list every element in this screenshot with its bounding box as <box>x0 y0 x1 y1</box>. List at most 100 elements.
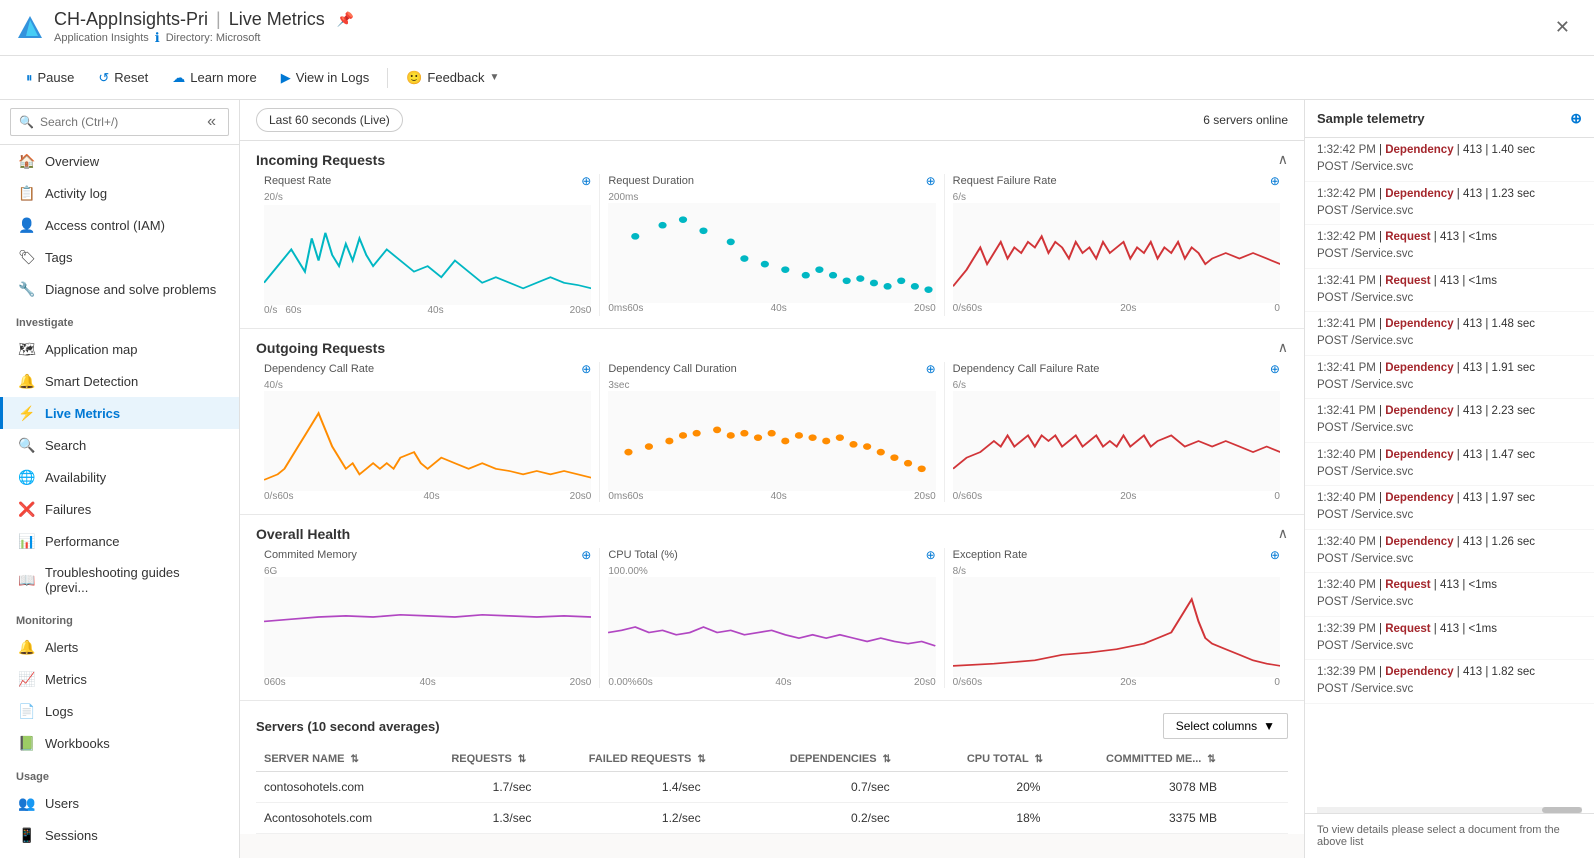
list-item[interactable]: 1:32:40 PM | Request | 413 | <1msPOST /S… <box>1305 573 1594 617</box>
sort-icon-failed[interactable]: ⇅ <box>697 754 705 765</box>
sort-icon-server[interactable]: ⇅ <box>351 754 359 765</box>
exception-rate-filter-icon[interactable]: ⊕ <box>1270 548 1280 562</box>
dep-call-rate-filter-icon[interactable]: ⊕ <box>581 362 591 376</box>
sidebar-item-diagnose[interactable]: 🔧Diagnose and solve problems <box>0 273 239 305</box>
server-name-cell: Acontosohotels.com <box>256 803 443 834</box>
overall-health-header[interactable]: Overall Health ∧ <box>256 515 1288 548</box>
telemetry-endpoint: POST /Service.svc <box>1317 161 1413 173</box>
sort-icon-cpu[interactable]: ⇅ <box>1035 754 1043 765</box>
telemetry-type: Dependency <box>1385 492 1453 504</box>
cpu-total-filter-icon[interactable]: ⊕ <box>926 548 936 562</box>
outgoing-requests-header[interactable]: Outgoing Requests ∧ <box>256 329 1288 362</box>
feedback-button[interactable]: 🙂 Feedback ▼ <box>396 65 509 91</box>
search-input[interactable] <box>40 115 197 129</box>
failures-icon: ❌ <box>19 501 35 517</box>
sort-icon-mem[interactable]: ⇅ <box>1207 754 1215 765</box>
sidebar-item-logs[interactable]: 📄Logs <box>0 695 239 727</box>
sidebar-item-smart-detection[interactable]: 🔔Smart Detection <box>0 365 239 397</box>
requests-cell: 1.3/sec <box>443 803 580 834</box>
sidebar-item-overview[interactable]: 🏠Overview <box>0 145 239 177</box>
metrics-panel: Last 60 seconds (Live) 6 servers online … <box>240 100 1304 858</box>
collapse-sidebar-button[interactable]: « <box>203 113 220 131</box>
list-item[interactable]: 1:32:41 PM | Dependency | 413 | 1.91 sec… <box>1305 356 1594 400</box>
sidebar-section-investigate: Investigate <box>0 305 239 333</box>
sidebar-item-workbooks[interactable]: 📗Workbooks <box>0 727 239 759</box>
reset-icon: ↺ <box>98 70 109 86</box>
subtitle-app: Application Insights <box>54 32 149 44</box>
telemetry-filter-icon[interactable]: ⊕ <box>1570 110 1582 127</box>
table-row[interactable]: contosohotels.com 1.7/sec 1.4/sec 0.7/se… <box>256 772 1288 803</box>
telemetry-endpoint: POST /Service.svc <box>1317 248 1413 260</box>
sidebar-item-performance[interactable]: 📊Performance <box>0 525 239 557</box>
sidebar-item-application-map[interactable]: 🗺Application map <box>0 333 239 365</box>
pin-icon[interactable]: 📌 <box>337 11 354 28</box>
sidebar-item-activity-log[interactable]: 📋Activity log <box>0 177 239 209</box>
select-columns-button[interactable]: Select columns ▼ <box>1163 713 1288 739</box>
sidebar-item-search[interactable]: 🔍Search <box>0 429 239 461</box>
list-item[interactable]: 1:32:42 PM | Request | 413 | <1msPOST /S… <box>1305 225 1594 269</box>
live-metrics-label: Live Metrics <box>45 406 120 421</box>
request-rate-filter-icon[interactable]: ⊕ <box>581 174 591 188</box>
sidebar-item-troubleshooting[interactable]: 📖Troubleshooting guides (previ... <box>0 557 239 603</box>
col-server-name: SERVER NAME ⇅ <box>256 747 443 772</box>
dep-call-failure-label: Dependency Call Failure Rate <box>953 363 1100 375</box>
list-item[interactable]: 1:32:39 PM | Request | 413 | <1msPOST /S… <box>1305 617 1594 661</box>
list-item[interactable]: 1:32:42 PM | Dependency | 413 | 1.23 sec… <box>1305 182 1594 226</box>
telemetry-time: 1:32:41 PM <box>1317 275 1376 287</box>
request-rate-chart: Request Rate ⊕ 20/s <box>256 174 600 316</box>
telemetry-time: 1:32:39 PM <box>1317 623 1376 635</box>
sidebar-item-alerts[interactable]: 🔔Alerts <box>0 631 239 663</box>
sidebar-item-availability[interactable]: 🌐Availability <box>0 461 239 493</box>
sidebar-item-metrics[interactable]: 📈Metrics <box>0 663 239 695</box>
sidebar-nav: 🏠Overview📋Activity log👤Access control (I… <box>0 145 239 851</box>
toolbar: ⏸ Pause ↺ Reset ☁ Learn more ▶ View in L… <box>0 56 1594 100</box>
telemetry-endpoint: POST /Service.svc <box>1317 553 1413 565</box>
incoming-requests-header[interactable]: Incoming Requests ∧ <box>256 141 1288 174</box>
activity-log-label: Activity log <box>45 186 107 201</box>
access-control-label: Access control (IAM) <box>45 218 165 233</box>
sidebar-item-sessions[interactable]: 📱Sessions <box>0 819 239 851</box>
sidebar-item-users[interactable]: 👥Users <box>0 787 239 819</box>
sidebar-item-access-control[interactable]: 👤Access control (IAM) <box>0 209 239 241</box>
smart-detection-label: Smart Detection <box>45 374 138 389</box>
list-item[interactable]: 1:32:42 PM | Dependency | 413 | 1.40 sec… <box>1305 138 1594 182</box>
list-item[interactable]: 1:32:41 PM | Dependency | 413 | 1.48 sec… <box>1305 312 1594 356</box>
workbooks-icon: 📗 <box>19 735 35 751</box>
list-item[interactable]: 1:32:40 PM | Dependency | 413 | 1.47 sec… <box>1305 443 1594 487</box>
title-separator: | <box>216 9 221 30</box>
sidebar-item-live-metrics[interactable]: ⚡Live Metrics <box>0 397 239 429</box>
telemetry-type: Dependency <box>1385 666 1453 678</box>
list-item[interactable]: 1:32:41 PM | Request | 413 | <1msPOST /S… <box>1305 269 1594 313</box>
request-duration-filter-icon[interactable]: ⊕ <box>926 174 936 188</box>
list-item[interactable]: 1:32:41 PM | Dependency | 413 | 2.23 sec… <box>1305 399 1594 443</box>
col-dependencies: DEPENDENCIES ⇅ <box>782 747 959 772</box>
sidebar-item-failures[interactable]: ❌Failures <box>0 493 239 525</box>
dep-call-duration-filter-icon[interactable]: ⊕ <box>926 362 936 376</box>
dep-call-failure-rate-chart: Dependency Call Failure Rate ⊕ 6/s 0/s <box>945 362 1288 502</box>
telemetry-panel: Sample telemetry ⊕ 1:32:42 PM | Dependen… <box>1304 100 1594 858</box>
request-failure-filter-icon[interactable]: ⊕ <box>1270 174 1280 188</box>
feedback-chevron-icon: ▼ <box>490 72 500 83</box>
reset-button[interactable]: ↺ Reset <box>88 65 158 91</box>
dep-call-failure-filter-icon[interactable]: ⊕ <box>1270 362 1280 376</box>
outgoing-charts-row: Dependency Call Rate ⊕ 40/s 0/s <box>256 362 1288 502</box>
committed-memory-filter-icon[interactable]: ⊕ <box>581 548 591 562</box>
sort-icon-deps[interactable]: ⇅ <box>883 754 891 765</box>
tags-label: Tags <box>45 250 72 265</box>
list-item[interactable]: 1:32:39 PM | Dependency | 413 | 1.82 sec… <box>1305 660 1594 704</box>
search-icon: 🔍 <box>19 437 35 453</box>
telemetry-footer: To view details please select a document… <box>1305 813 1594 858</box>
view-in-logs-button[interactable]: ▶ View in Logs <box>271 65 379 91</box>
close-button[interactable]: ✕ <box>1547 13 1578 42</box>
telemetry-endpoint: POST /Service.svc <box>1317 335 1413 347</box>
telemetry-endpoint: POST /Service.svc <box>1317 596 1413 608</box>
pause-button[interactable]: ⏸ Pause <box>16 65 84 91</box>
list-item[interactable]: 1:32:40 PM | Dependency | 413 | 1.97 sec… <box>1305 486 1594 530</box>
list-item[interactable]: 1:32:40 PM | Dependency | 413 | 1.26 sec… <box>1305 530 1594 574</box>
table-row[interactable]: Acontosohotels.com 1.3/sec 1.2/sec 0.2/s… <box>256 803 1288 834</box>
requests-cell: 1.7/sec <box>443 772 580 803</box>
incoming-requests-section: Incoming Requests ∧ Request Rate ⊕ 20/s <box>240 141 1304 329</box>
sidebar-item-tags[interactable]: 🏷Tags <box>0 241 239 273</box>
learn-more-button[interactable]: ☁ Learn more <box>162 65 266 91</box>
sort-icon-requests[interactable]: ⇅ <box>518 754 526 765</box>
